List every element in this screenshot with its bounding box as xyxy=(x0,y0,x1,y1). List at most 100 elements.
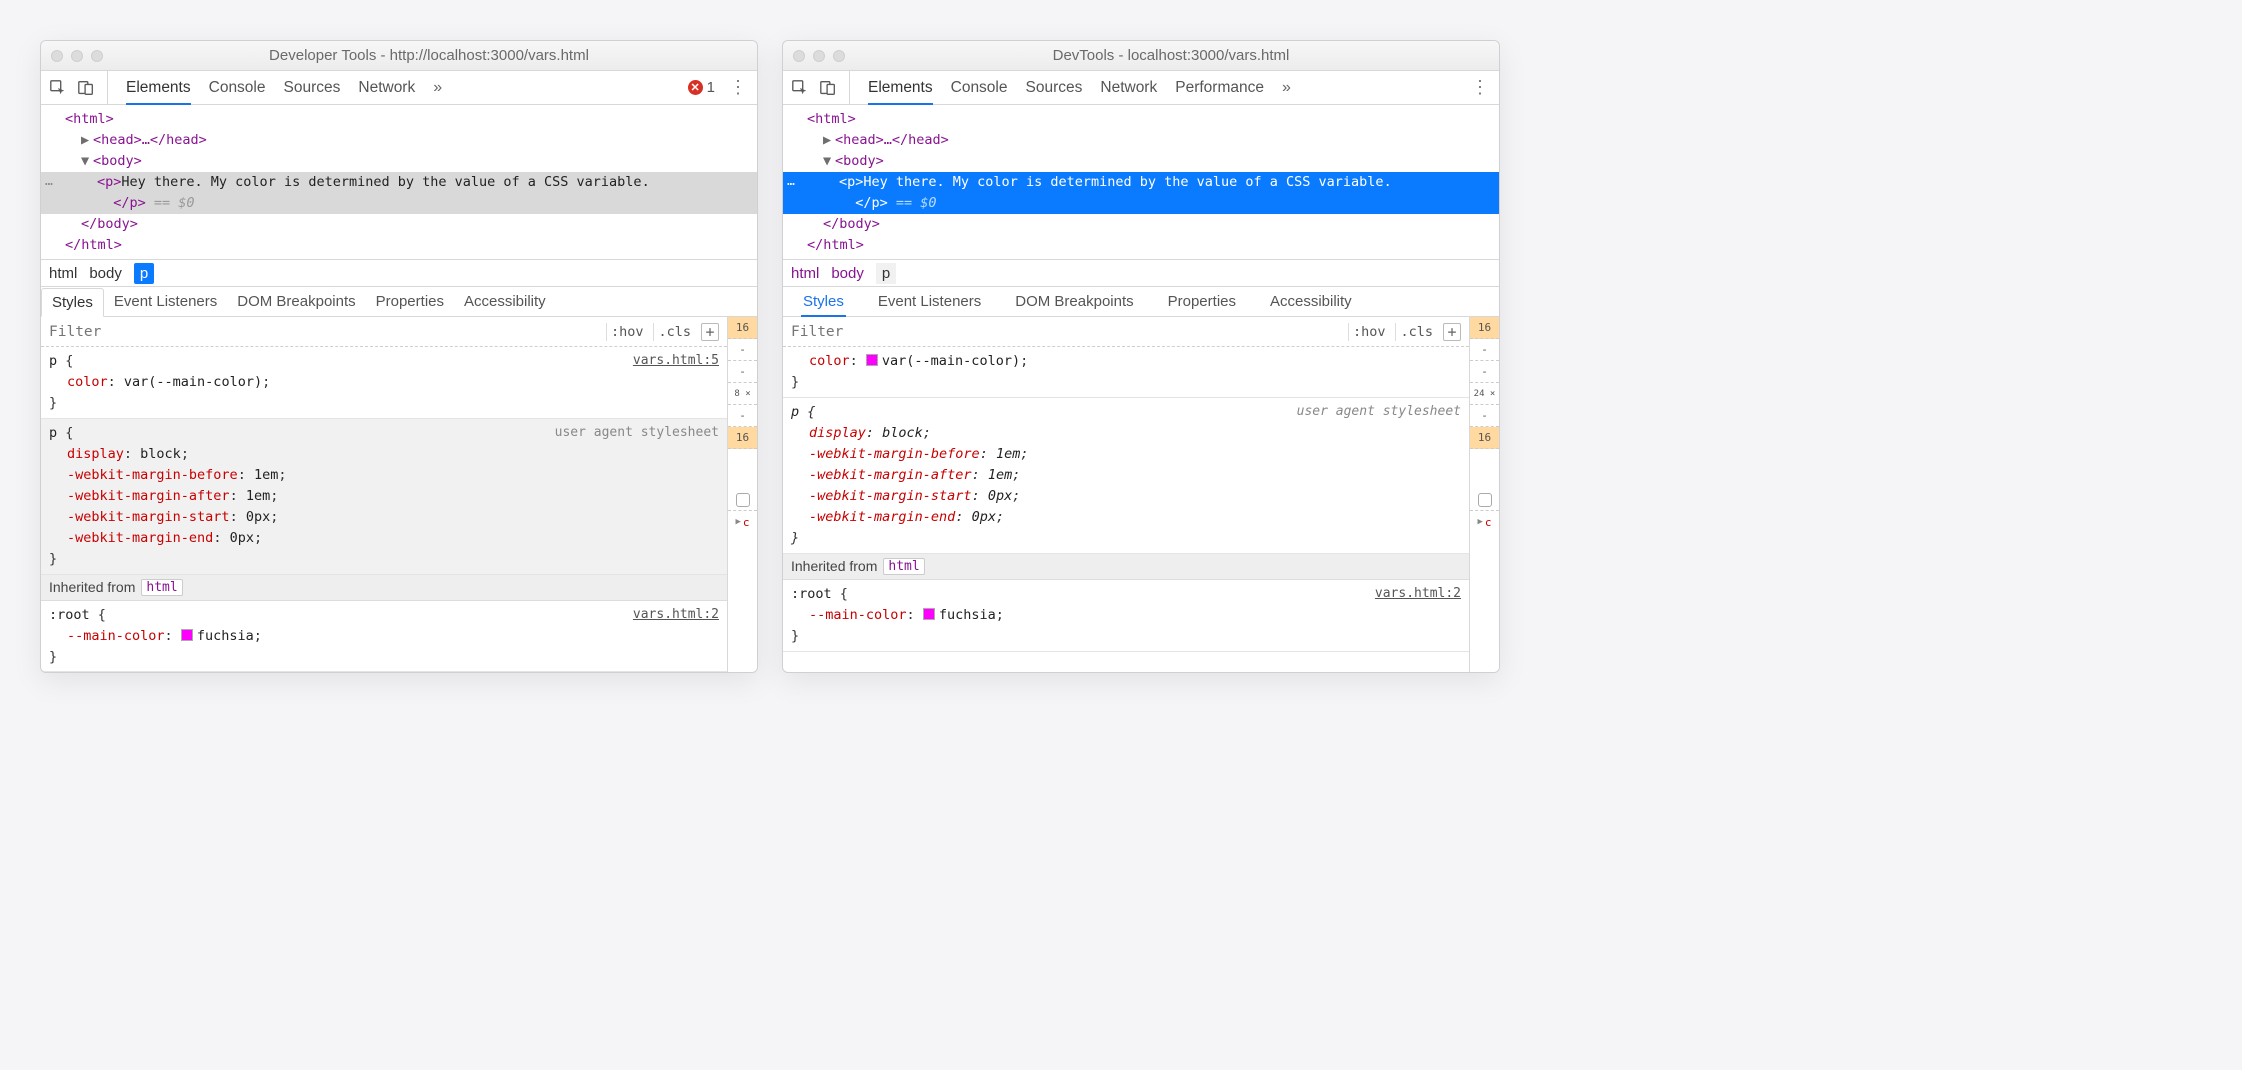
tab-console[interactable]: Console xyxy=(209,71,266,104)
close-dot[interactable] xyxy=(793,50,805,62)
tab-elements[interactable]: Elements xyxy=(868,71,933,104)
crumb-html[interactable]: html xyxy=(49,265,77,282)
tab-console[interactable]: Console xyxy=(951,71,1008,104)
metric-checkbox[interactable] xyxy=(1470,489,1499,511)
subtab-properties[interactable]: Properties xyxy=(1158,287,1246,316)
panel-tabs: Elements Console Sources Network » xyxy=(118,71,442,104)
traffic-lights xyxy=(51,50,103,62)
error-indicator[interactable]: ✕ 1 xyxy=(688,79,715,96)
dom-html-close[interactable]: </html> xyxy=(65,237,122,253)
dom-html-open[interactable]: <html> xyxy=(807,111,856,127)
tab-network[interactable]: Network xyxy=(358,71,415,104)
crumb-p[interactable]: p xyxy=(134,263,154,284)
minimize-dot[interactable] xyxy=(71,50,83,62)
color-swatch[interactable] xyxy=(923,608,935,620)
new-rule-button[interactable]: + xyxy=(701,323,719,341)
expand-icon[interactable]: ▶ xyxy=(81,130,93,151)
style-rule-ua[interactable]: user agent stylesheet p { display: block… xyxy=(783,398,1469,553)
ellipsis-icon: … xyxy=(783,172,799,192)
metric-cell: 16 xyxy=(728,427,757,449)
metrics-sidebar: 16 - - 8 × - 16 ▶c xyxy=(727,317,757,672)
styles-filter-input[interactable] xyxy=(49,324,600,340)
tab-elements[interactable]: Elements xyxy=(126,71,191,104)
styles-filter-input[interactable] xyxy=(791,324,1342,340)
dom-body-open[interactable]: <body> xyxy=(93,153,142,169)
subtab-a11y[interactable]: Accessibility xyxy=(454,287,556,316)
rule-source-link[interactable]: vars.html:5 xyxy=(633,351,719,371)
metric-cell: - xyxy=(728,405,757,427)
metric-cell: 16 xyxy=(728,317,757,339)
dom-head[interactable]: <head>…</head> xyxy=(835,132,949,148)
device-toggle-icon[interactable] xyxy=(75,77,97,99)
metrics-sidebar: 16 - - 24 × - 16 ▶c xyxy=(1469,317,1499,672)
crumb-body[interactable]: body xyxy=(89,265,122,282)
dom-tree[interactable]: <html> ▶<head>…</head> ▼<body> …<p>Hey t… xyxy=(41,105,757,259)
hov-button[interactable]: :hov xyxy=(1348,323,1390,341)
metric-cell: 16 xyxy=(1470,427,1499,449)
zoom-dot[interactable] xyxy=(91,50,103,62)
close-dot[interactable] xyxy=(51,50,63,62)
inspect-icon[interactable] xyxy=(47,77,69,99)
error-count: 1 xyxy=(707,79,715,96)
tab-performance[interactable]: Performance xyxy=(1175,71,1264,104)
dom-body-close[interactable]: </body> xyxy=(823,216,880,232)
tab-network[interactable]: Network xyxy=(1100,71,1157,104)
expand-icon[interactable]: ▶c xyxy=(728,511,757,533)
crumb-html[interactable]: html xyxy=(791,265,819,282)
inherited-tag[interactable]: html xyxy=(141,579,182,596)
styles-pane: :hov .cls + color: var(--main-color); } … xyxy=(783,317,1469,672)
rule-source-link[interactable]: vars.html:2 xyxy=(633,605,719,625)
style-rule-root[interactable]: vars.html:2 :root { --main-color: fuchsi… xyxy=(41,601,727,673)
subtab-listeners[interactable]: Event Listeners xyxy=(868,287,991,316)
tab-sources[interactable]: Sources xyxy=(284,71,341,104)
subtab-a11y[interactable]: Accessibility xyxy=(1260,287,1362,316)
dom-head[interactable]: <head>…</head> xyxy=(93,132,207,148)
inspect-icon[interactable] xyxy=(789,77,811,99)
expand-icon[interactable]: ▶c xyxy=(1470,511,1499,533)
error-icon: ✕ xyxy=(688,80,703,95)
style-rule-1[interactable]: vars.html:5 p { color: var(--main-color)… xyxy=(41,347,727,419)
titlebar: Developer Tools - http://localhost:3000/… xyxy=(41,41,757,71)
subtab-properties[interactable]: Properties xyxy=(366,287,454,316)
dom-tree[interactable]: <html> ▶<head>…</head> ▼<body> …<p>Hey t… xyxy=(783,105,1499,259)
subtab-dombp[interactable]: DOM Breakpoints xyxy=(227,287,365,316)
rule-source-ua: user agent stylesheet xyxy=(1297,402,1461,422)
more-tabs-icon[interactable]: » xyxy=(1282,79,1291,97)
crumb-body[interactable]: body xyxy=(831,265,864,282)
color-swatch[interactable] xyxy=(866,354,878,366)
minimize-dot[interactable] xyxy=(813,50,825,62)
inherited-tag[interactable]: html xyxy=(883,558,924,575)
device-toggle-icon[interactable] xyxy=(817,77,839,99)
new-rule-button[interactable]: + xyxy=(1443,323,1461,341)
dom-selected-row[interactable]: …<p>Hey there. My color is determined by… xyxy=(783,172,1499,214)
hov-button[interactable]: :hov xyxy=(606,323,648,341)
rule-source-link[interactable]: vars.html:2 xyxy=(1375,584,1461,604)
crumb-p[interactable]: p xyxy=(876,263,896,284)
dom-body-open[interactable]: <body> xyxy=(835,153,884,169)
collapse-icon[interactable]: ▼ xyxy=(81,151,93,172)
subtab-listeners[interactable]: Event Listeners xyxy=(104,287,227,316)
color-swatch[interactable] xyxy=(181,629,193,641)
more-tabs-icon[interactable]: » xyxy=(433,79,442,97)
cls-button[interactable]: .cls xyxy=(653,323,695,341)
window-title: DevTools - localhost:3000/vars.html xyxy=(853,47,1489,64)
tab-sources[interactable]: Sources xyxy=(1026,71,1083,104)
dom-html-close[interactable]: </html> xyxy=(807,237,864,253)
style-rule-ua[interactable]: user agent stylesheet p { display: block… xyxy=(41,419,727,574)
style-rule-root[interactable]: vars.html:2 :root { --main-color: fuchsi… xyxy=(783,580,1469,652)
cls-button[interactable]: .cls xyxy=(1395,323,1437,341)
dom-html-open[interactable]: <html> xyxy=(65,111,114,127)
expand-icon[interactable]: ▶ xyxy=(823,130,835,151)
subtab-dombp[interactable]: DOM Breakpoints xyxy=(1005,287,1143,316)
collapse-icon[interactable]: ▼ xyxy=(823,151,835,172)
dom-selected-row[interactable]: …<p>Hey there. My color is determined by… xyxy=(41,172,757,214)
subtab-styles[interactable]: Styles xyxy=(793,287,854,316)
titlebar: DevTools - localhost:3000/vars.html xyxy=(783,41,1499,71)
dom-body-close[interactable]: </body> xyxy=(81,216,138,232)
menu-icon[interactable]: ⋮ xyxy=(1467,77,1493,98)
zoom-dot[interactable] xyxy=(833,50,845,62)
style-rule-1[interactable]: color: var(--main-color); } xyxy=(783,347,1469,398)
metric-checkbox[interactable] xyxy=(728,489,757,511)
subtab-styles[interactable]: Styles xyxy=(41,288,104,317)
menu-icon[interactable]: ⋮ xyxy=(725,77,751,98)
